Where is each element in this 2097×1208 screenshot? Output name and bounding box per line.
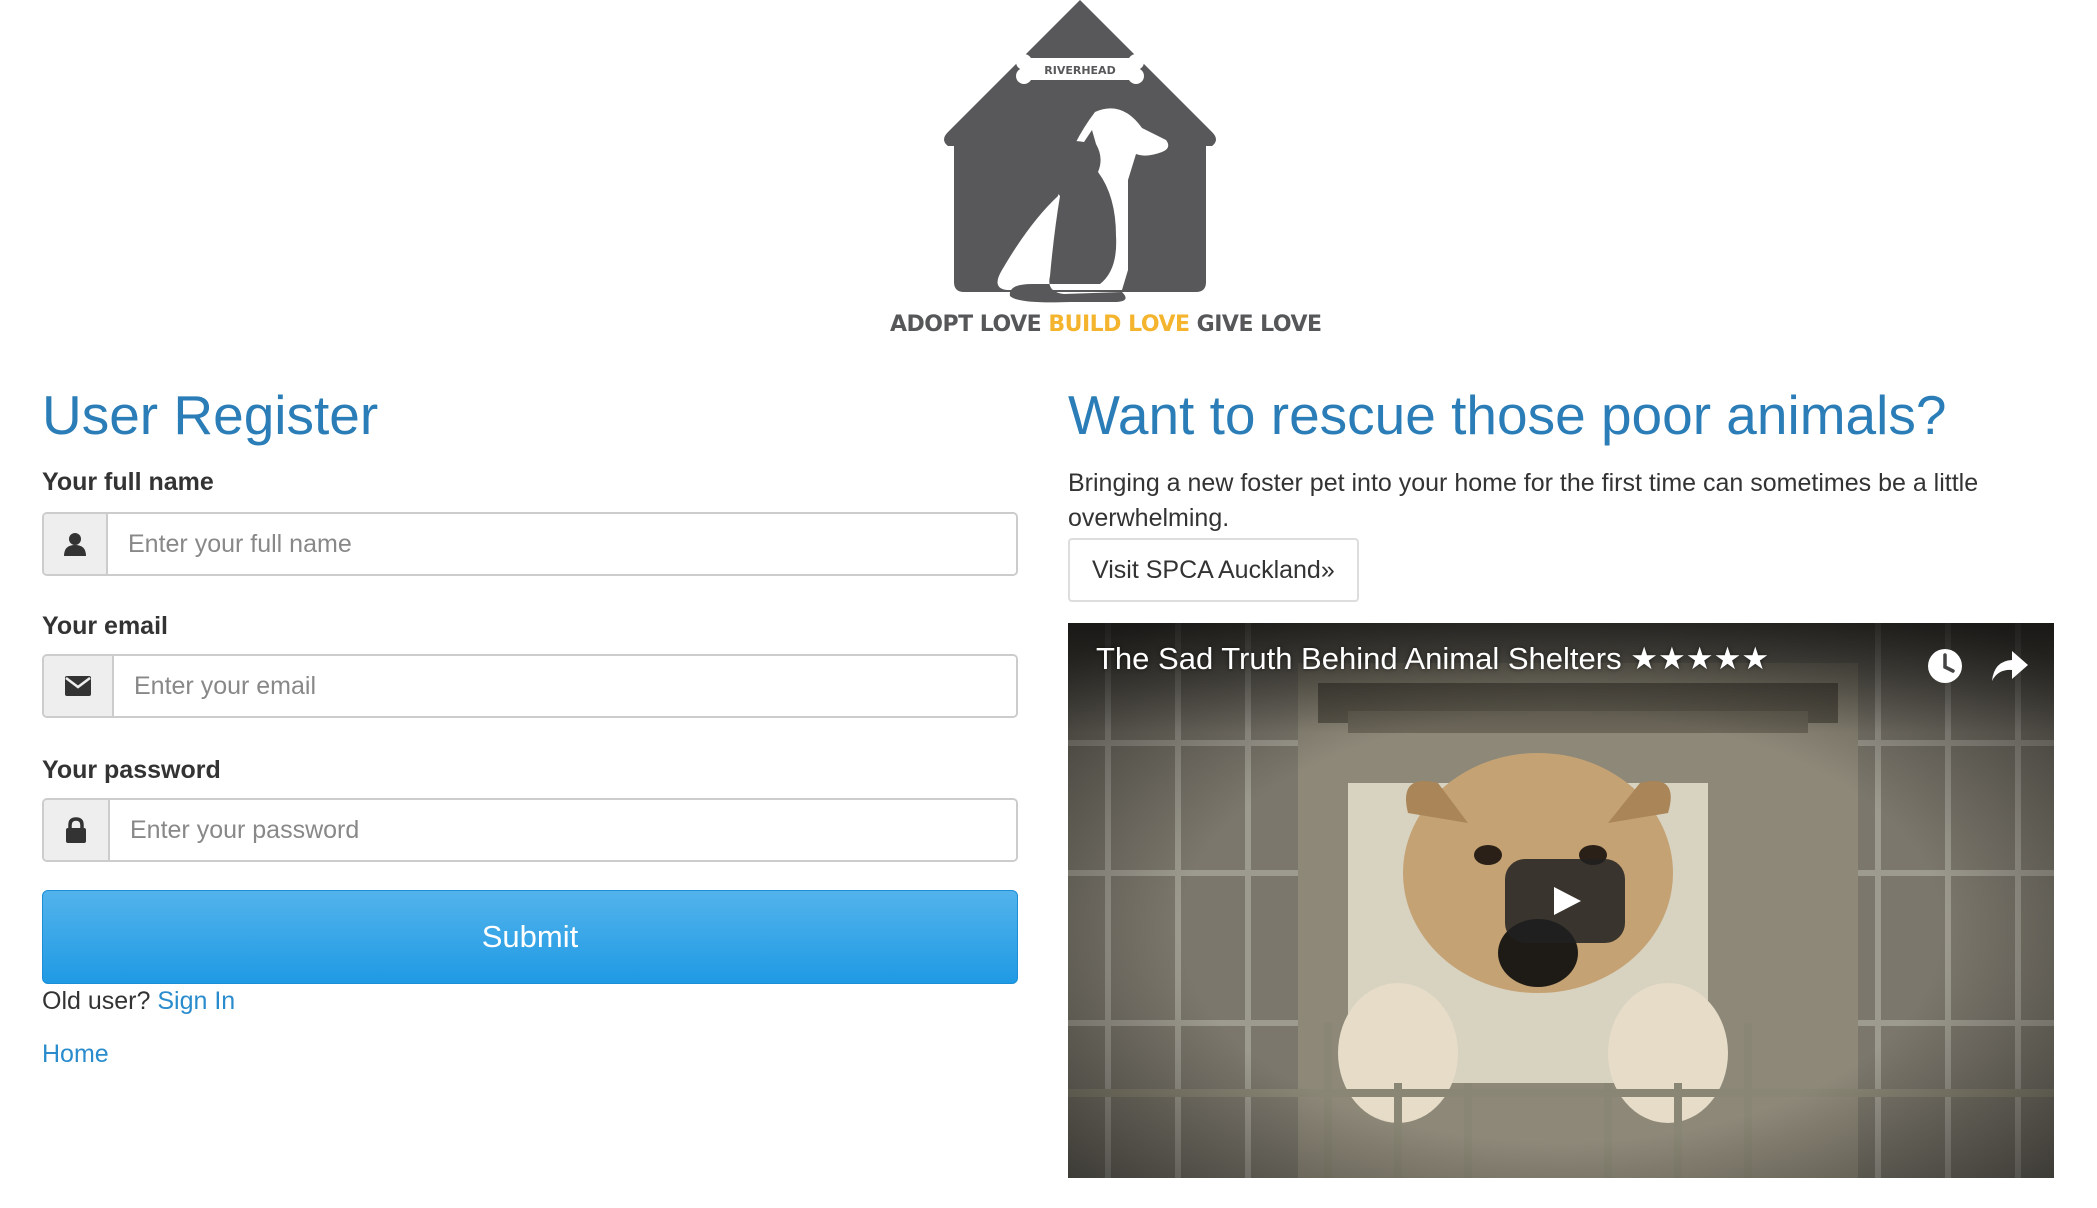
full-name-label: Your full name bbox=[42, 468, 214, 496]
logo-badge-text: RIVERHEAD bbox=[1044, 64, 1115, 77]
doghouse-logo-graphic: RIVERHEAD bbox=[944, 0, 1216, 303]
email-group bbox=[42, 654, 1018, 718]
sign-in-link[interactable]: Sign In bbox=[157, 987, 235, 1015]
promo-title: Want to rescue those poor animals? bbox=[1068, 384, 1947, 446]
tagline-build: BUILD LOVE bbox=[1048, 312, 1190, 337]
play-icon bbox=[1554, 887, 1581, 915]
envelope-icon bbox=[44, 656, 114, 716]
email-label: Your email bbox=[42, 612, 168, 640]
user-icon bbox=[44, 514, 108, 574]
register-form: User Register Your full name Your email … bbox=[42, 380, 1018, 1069]
site-logo[interactable]: RIVERHEAD ADOPT LOVE BUILD LOVE GIVE LOV… bbox=[890, 0, 1322, 350]
watch-later-icon[interactable] bbox=[1924, 645, 1966, 687]
submit-button[interactable]: Submit bbox=[42, 890, 1018, 984]
video-embed[interactable]: The Sad Truth Behind Animal Shelters ★★★… bbox=[1068, 623, 2054, 1178]
full-name-input[interactable] bbox=[108, 514, 1016, 574]
old-user-text: Old user? bbox=[42, 987, 158, 1015]
home-link-row: Home bbox=[42, 1039, 1018, 1069]
old-user-line: Old user? Sign In bbox=[42, 986, 1018, 1016]
visit-spca-button[interactable]: Visit SPCA Auckland» bbox=[1068, 538, 1359, 602]
password-label: Your password bbox=[42, 756, 221, 784]
home-link[interactable]: Home bbox=[42, 1040, 109, 1068]
email-input[interactable] bbox=[114, 656, 1016, 716]
password-input[interactable] bbox=[110, 800, 1016, 860]
video-title[interactable]: The Sad Truth Behind Animal Shelters ★★★… bbox=[1096, 641, 1769, 677]
tagline-give: GIVE LOVE bbox=[1189, 312, 1322, 337]
password-group bbox=[42, 798, 1018, 862]
promo-description: Bringing a new foster pet into your home… bbox=[1068, 469, 1979, 532]
play-button[interactable] bbox=[1505, 859, 1625, 943]
register-title: User Register bbox=[42, 384, 379, 446]
lock-icon bbox=[44, 800, 110, 860]
share-icon[interactable] bbox=[1988, 645, 2030, 687]
promo-section: Want to rescue those poor animals? Bring… bbox=[1068, 380, 2058, 602]
logo-tagline: ADOPT LOVE BUILD LOVE GIVE LOVE bbox=[890, 312, 1322, 337]
tagline-adopt: ADOPT LOVE bbox=[890, 312, 1049, 337]
register-page: RIVERHEAD ADOPT LOVE BUILD LOVE GIVE LOV… bbox=[0, 0, 2097, 1208]
full-name-group bbox=[42, 512, 1018, 576]
